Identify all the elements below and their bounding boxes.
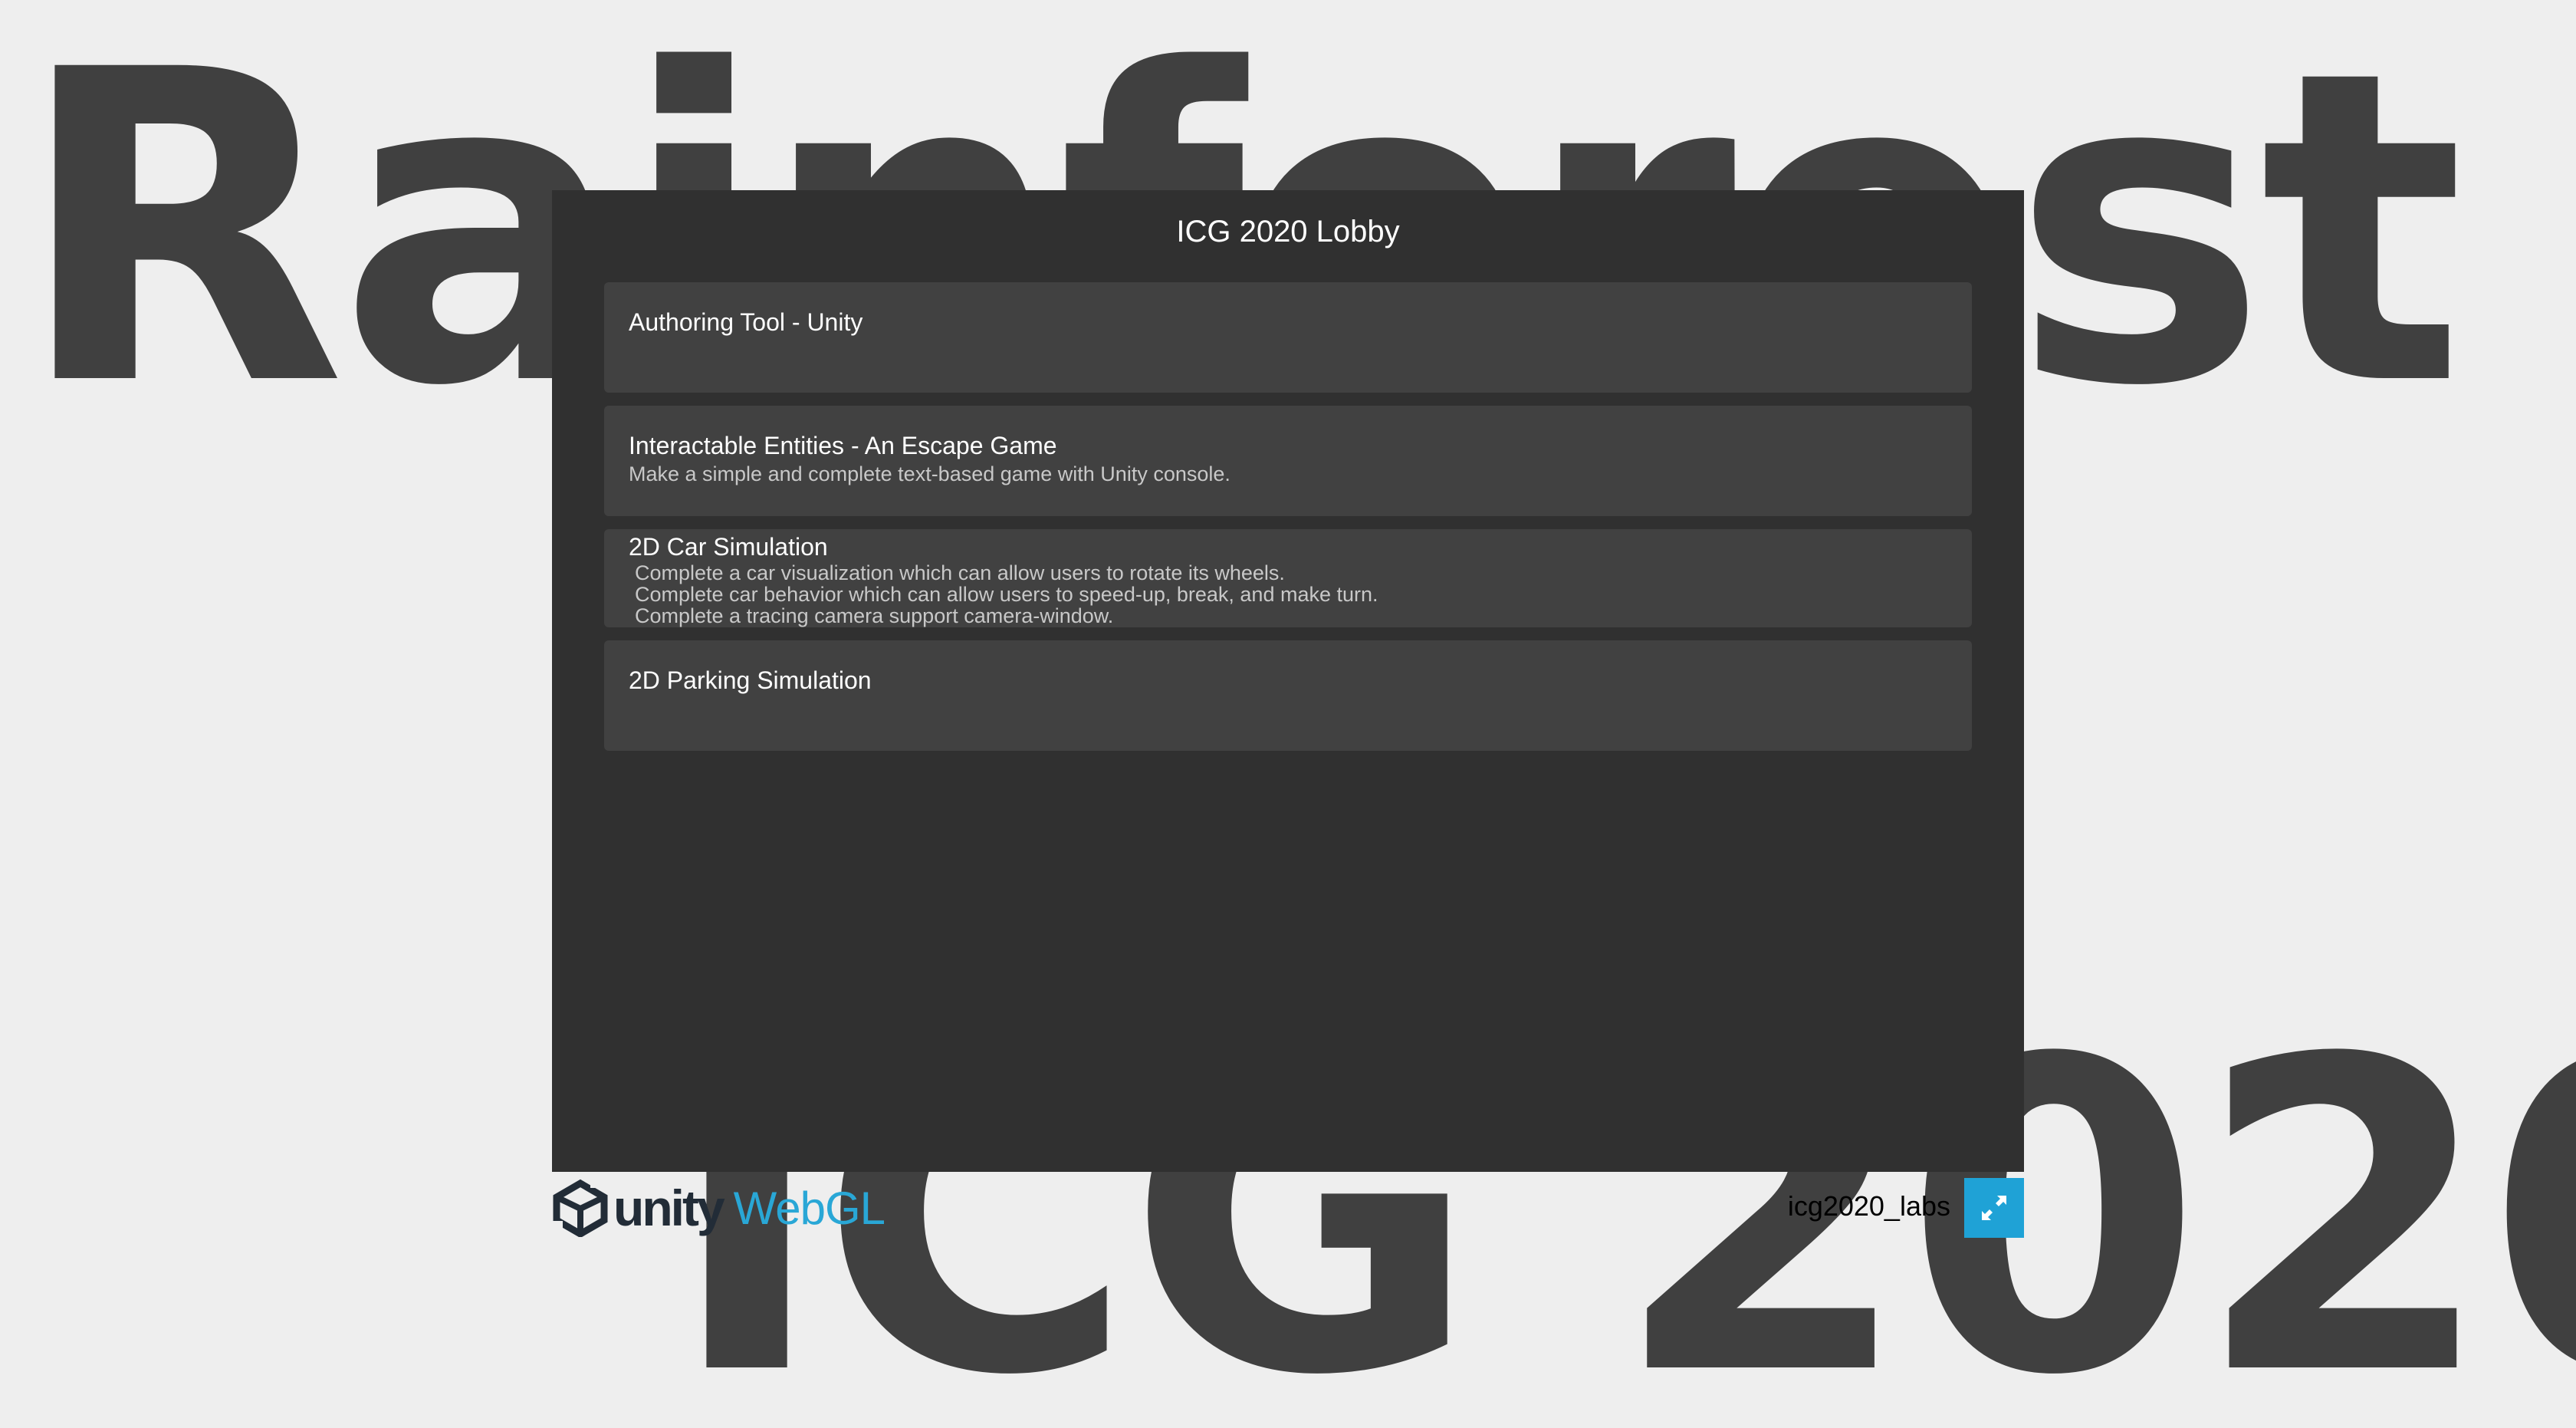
fullscreen-button[interactable]: [1964, 1178, 2024, 1238]
unity-canvas[interactable]: ICG 2020 Lobby Authoring Tool - Unity In…: [552, 190, 2024, 1172]
webgl-footer: unity WebGL icg2020_labs: [552, 1172, 2024, 1241]
unity-wordmark: unity: [613, 1180, 725, 1236]
lab-card-car-simulation[interactable]: 2D Car Simulation Complete a car visuali…: [604, 529, 1972, 627]
lab-list: Authoring Tool - Unity Interactable Enti…: [604, 282, 1972, 764]
lab-description-line: Complete car behavior which can allow us…: [635, 583, 1378, 606]
lab-title: Interactable Entities - An Escape Game: [629, 432, 1057, 459]
lobby-title: ICG 2020 Lobby: [1176, 215, 1400, 248]
fullscreen-icon: [1982, 1196, 2006, 1220]
unity-cube-icon: [552, 1179, 609, 1237]
lab-title: Authoring Tool - Unity: [629, 308, 863, 336]
page: Rainforest ICG 2020 ICG 2020 Lobby Autho…: [0, 0, 2576, 1428]
lab-card-parking-simulation[interactable]: 2D Parking Simulation: [604, 640, 1972, 751]
project-title: icg2020_labs: [1787, 1190, 1950, 1222]
lab-title: 2D Car Simulation: [629, 533, 828, 561]
lab-description-line: Complete a car visualization which can a…: [635, 561, 1285, 584]
unity-webgl-logo: unity WebGL: [552, 1178, 886, 1238]
lab-card-escape-game[interactable]: Interactable Entities - An Escape Game M…: [604, 406, 1972, 516]
lab-description-line: Complete a tracing camera support camera…: [635, 604, 1114, 627]
lab-description: Complete a car visualization which can a…: [629, 562, 1947, 627]
lab-description: Make a simple and complete text-based ga…: [629, 462, 1230, 485]
lab-title: 2D Parking Simulation: [629, 666, 872, 694]
lab-card-authoring-tool[interactable]: Authoring Tool - Unity: [604, 282, 1972, 393]
webgl-wordmark: WebGL: [733, 1182, 886, 1234]
